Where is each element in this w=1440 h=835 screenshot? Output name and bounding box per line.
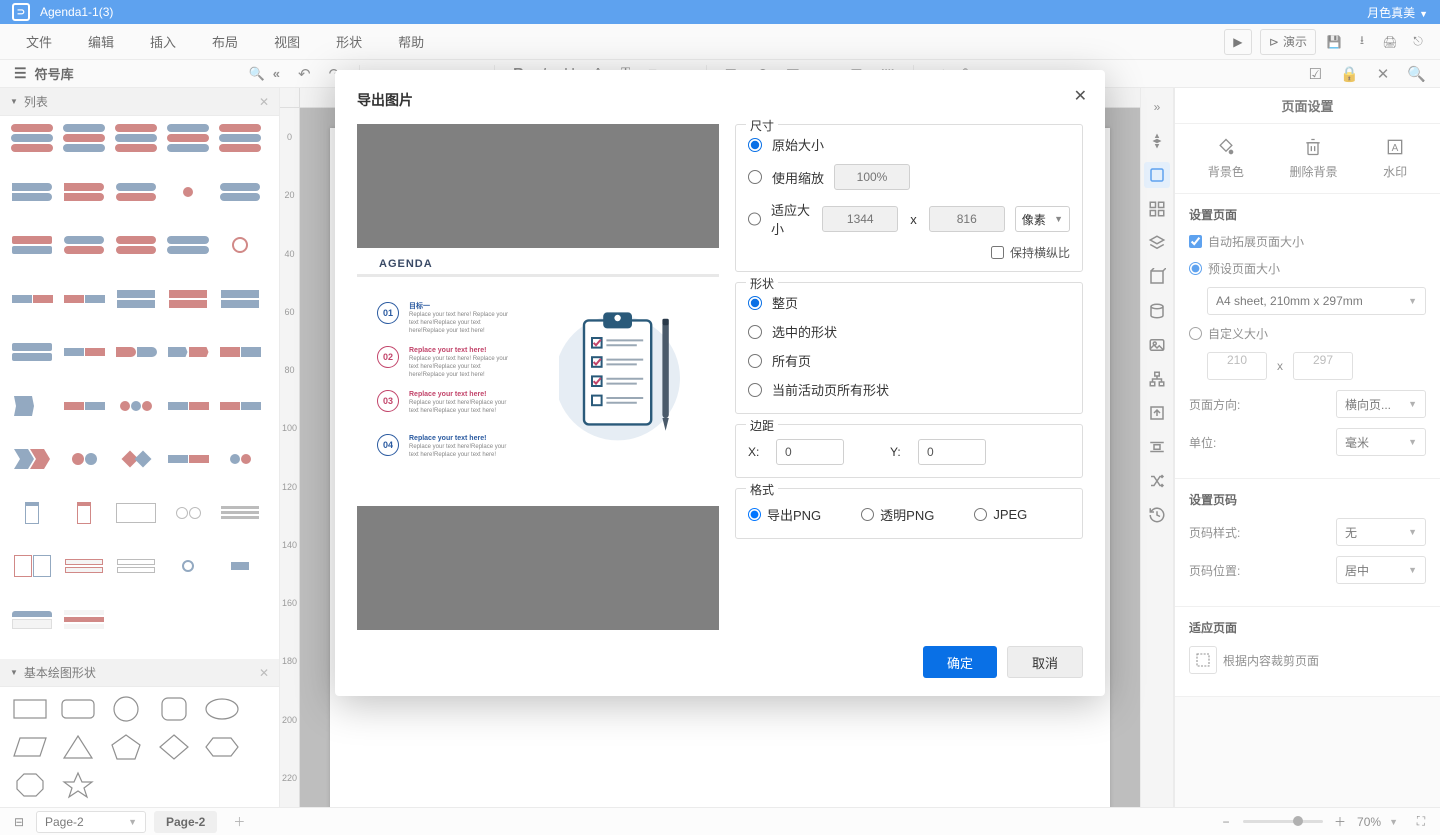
preview-agenda-title: AGENDA (379, 258, 433, 270)
close-icon[interactable]: ✕ (1074, 86, 1087, 106)
margin-fieldset: 边距 X: 0 Y: 0 (735, 424, 1083, 478)
fit-unit-select[interactable]: 像素▼ (1015, 206, 1070, 232)
clipboard-illustration (559, 298, 689, 458)
export-preview: AGENDA 01 目标一Replace your text here! Rep… (357, 124, 719, 630)
format-jpeg-radio[interactable] (974, 508, 987, 521)
shape-fieldset: 形状 整页 选中的形状 所有页 当前活动页所有形状 (735, 282, 1083, 414)
fit-height-input (929, 206, 1005, 232)
modal-overlay: 导出图片 ✕ AGENDA 01 目标一Replace your text he… (0, 0, 1440, 835)
size-fieldset: 尺寸 原始大小 使用缩放 适应大小 x 像素▼ 保持横纵比 (735, 124, 1083, 272)
size-scale-radio[interactable] (748, 170, 762, 184)
ok-button[interactable]: 确定 (923, 646, 997, 678)
shape-active-all-radio[interactable] (748, 383, 762, 397)
format-png-radio[interactable] (748, 508, 761, 521)
export-image-modal: 导出图片 ✕ AGENDA 01 目标一Replace your text he… (335, 70, 1105, 696)
margin-y-input[interactable]: 0 (918, 439, 986, 465)
preview-entry-num: 01 (377, 302, 399, 324)
modal-title: 导出图片 (357, 90, 1083, 110)
preview-entry-num: 03 (377, 390, 399, 412)
size-fit-radio[interactable] (748, 212, 761, 226)
shape-selected-radio[interactable] (748, 325, 762, 339)
size-original-radio[interactable] (748, 138, 762, 152)
scale-input (834, 164, 910, 190)
margin-x-input[interactable]: 0 (776, 439, 844, 465)
shape-full-radio[interactable] (748, 296, 762, 310)
format-fieldset: 格式 导出PNG 透明PNG JPEG (735, 488, 1083, 539)
preview-entry-num: 04 (377, 434, 399, 456)
keep-ratio-checkbox[interactable] (991, 246, 1004, 259)
cancel-button[interactable]: 取消 (1007, 646, 1083, 678)
preview-entry-num: 02 (377, 346, 399, 368)
shape-all-pages-radio[interactable] (748, 354, 762, 368)
fit-width-input (822, 206, 898, 232)
format-transparent-radio[interactable] (861, 508, 874, 521)
